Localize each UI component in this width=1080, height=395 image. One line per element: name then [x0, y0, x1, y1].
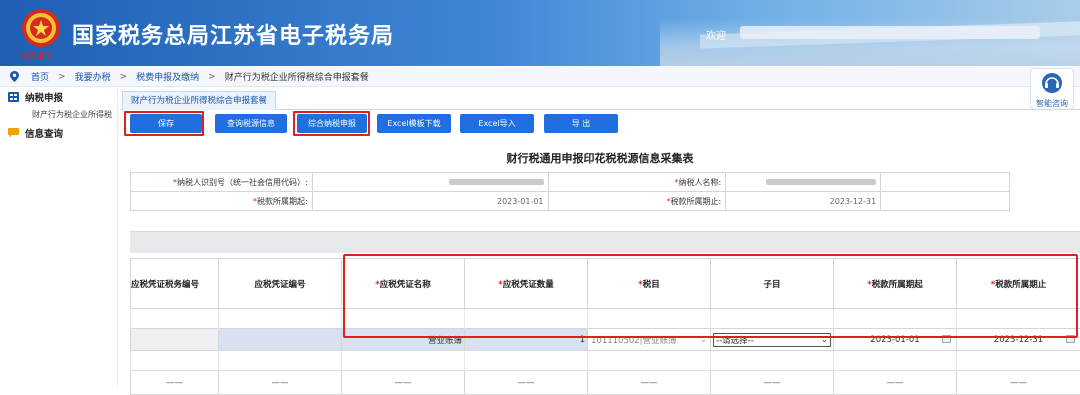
info-empty-cell	[881, 173, 1010, 192]
tax-emblem-icon	[18, 6, 64, 52]
grid-spacer-row	[131, 351, 1080, 371]
excel-template-download-button[interactable]: Excel模板下载	[377, 114, 451, 133]
empty-cell: ——	[219, 371, 342, 395]
period-end-label: *税款所属期止:	[548, 192, 726, 211]
breadcrumb-current: 财产行为税企业所得税综合申报套餐	[225, 70, 369, 83]
breadcrumb-separator: >	[120, 72, 128, 82]
welcome-text: 欢迎	[706, 27, 726, 42]
sidebar: 纳税申报 财产行为税企业所得税 信息查询	[0, 88, 118, 386]
export-button[interactable]: 导 出	[544, 114, 618, 133]
voucher-no-cell[interactable]	[219, 329, 342, 351]
tab-bar: 财产行为税企业所得税综合申报套餐	[120, 89, 1080, 110]
header-banner: 中国税务 国家税务总局江苏省电子税务局 欢迎	[0, 0, 1080, 66]
empty-cell: ——	[834, 371, 957, 395]
empty-cell: ——	[342, 371, 465, 395]
combined-declare-highlight	[293, 111, 370, 136]
excel-import-button[interactable]: Excel导入	[460, 114, 534, 133]
sidebar-section-declaration[interactable]: 纳税申报	[0, 88, 117, 106]
empty-cell: ——	[465, 371, 588, 395]
empty-cell: ——	[588, 371, 711, 395]
location-pin-icon	[10, 71, 19, 82]
column-header: 应税凭证税务编号	[131, 259, 219, 309]
grid-highlight-frame	[343, 254, 1078, 338]
breadcrumb-separator: >	[58, 72, 66, 82]
period-end-value: 2023-12-31	[726, 192, 881, 211]
user-name-redacted	[740, 26, 1040, 39]
section-separator-band	[130, 231, 1080, 253]
form-title: 财行税通用申报印花税税源信息采集表	[120, 150, 1080, 166]
sidebar-section-label: 信息查询	[25, 126, 63, 140]
taxpayer-name-label: *纳税人名称:	[548, 173, 726, 192]
breadcrumb: 首页 > 我要办税 > 税费申报及缴纳 > 财产行为税企业所得税综合申报套餐	[0, 67, 1080, 87]
sidebar-section-label: 纳税申报	[25, 90, 63, 104]
period-start-value: 2023-01-01	[312, 192, 548, 211]
taxpayer-id-label: *纳税人识别号（统一社会信用代码）:	[131, 173, 313, 192]
empty-row: —— —— —— —— —— —— —— ——	[131, 371, 1080, 395]
info-empty-cell	[881, 192, 1010, 211]
sidebar-section-query[interactable]: 信息查询	[0, 124, 117, 142]
chat-bubble-icon	[8, 128, 19, 138]
breadcrumb-my-tasks[interactable]: 我要办税	[75, 70, 111, 83]
emblem-caption: 中国税务	[20, 51, 52, 62]
taxpayer-id-redacted	[449, 179, 544, 185]
period-start-label: *税款所属期起:	[131, 192, 313, 211]
empty-cell: ——	[711, 371, 834, 395]
taxpayer-name-redacted	[766, 179, 876, 185]
empty-cell: ——	[957, 371, 1080, 395]
site-title: 国家税务总局江苏省电子税务局	[72, 18, 394, 50]
sidebar-item-property-tax[interactable]: 财产行为税企业所得税	[0, 106, 117, 124]
taxpayer-name-value	[726, 173, 881, 192]
taxpayer-info-table: *纳税人识别号（统一社会信用代码）: *纳税人名称: *税款所属期起: 2023…	[130, 172, 1010, 211]
empty-cell: ——	[131, 371, 219, 395]
taxpayer-id-value	[312, 173, 548, 192]
query-source-button[interactable]: 查询税源信息	[215, 114, 287, 133]
voucher-tax-no-cell[interactable]	[131, 329, 219, 351]
column-header: 应税凭证编号	[219, 259, 342, 309]
breadcrumb-separator: >	[208, 72, 216, 82]
grid-icon	[8, 92, 19, 102]
breadcrumb-home[interactable]: 首页	[31, 70, 49, 83]
tab-property-tax-package[interactable]: 财产行为税企业所得税综合申报套餐	[122, 91, 276, 110]
save-button-highlight	[124, 111, 204, 136]
breadcrumb-tax-declaration[interactable]: 税费申报及缴纳	[136, 70, 199, 83]
